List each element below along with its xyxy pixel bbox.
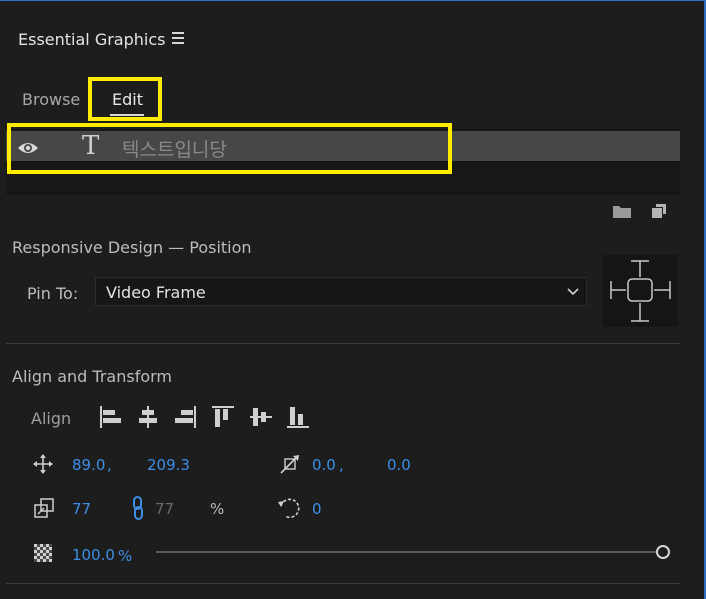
- new-group-folder-icon[interactable]: [612, 203, 632, 223]
- align-left-icon[interactable]: [98, 403, 124, 431]
- section-divider-bottom: [6, 583, 680, 584]
- link-proportions-icon[interactable]: [130, 495, 146, 525]
- align-label: Align: [31, 409, 72, 428]
- scale-unit: %: [210, 500, 225, 518]
- pin-to-value[interactable]: Video Frame: [106, 283, 206, 302]
- position-x-value[interactable]: 89.0: [72, 456, 105, 474]
- align-bottom-icon[interactable]: [285, 403, 311, 431]
- tab-browse[interactable]: Browse: [22, 90, 80, 109]
- opacity-checkerboard-icon: [34, 544, 52, 566]
- align-transform-title: Align and Transform: [12, 367, 172, 386]
- align-vertical-center-icon[interactable]: [248, 403, 274, 431]
- opacity-unit: %: [118, 547, 133, 565]
- opacity-slider-thumb[interactable]: [656, 545, 670, 559]
- pin-edges-widget[interactable]: [603, 255, 678, 327]
- align-right-icon[interactable]: [172, 403, 198, 431]
- highlight-box-layer: [7, 123, 452, 174]
- section-divider: [6, 343, 680, 344]
- responsive-design-title: Responsive Design — Position: [12, 238, 252, 257]
- pin-to-label: Pin To:: [27, 284, 79, 303]
- hamburger-menu-icon[interactable]: [172, 32, 186, 46]
- scale-width-value[interactable]: 77: [72, 500, 91, 518]
- anchor-y-value[interactable]: 0.0: [387, 456, 411, 474]
- scale-icon: [33, 497, 55, 523]
- chevron-down-icon[interactable]: [566, 283, 580, 302]
- opacity-value[interactable]: 100.0: [72, 546, 115, 564]
- opacity-slider[interactable]: [156, 544, 672, 560]
- position-move-icon: [32, 453, 54, 479]
- align-horizontal-center-icon[interactable]: [135, 403, 161, 431]
- anchor-x-value[interactable]: 0.0: [312, 456, 336, 474]
- new-layer-icon[interactable]: [650, 203, 668, 223]
- essential-graphics-panel: Essential Graphics Browse Edit T 텍스트입니당 …: [0, 0, 706, 599]
- anchor-separator: ,: [339, 456, 344, 474]
- rotation-value[interactable]: 0: [312, 500, 322, 518]
- align-top-icon[interactable]: [210, 403, 236, 431]
- opacity-slider-track: [156, 551, 656, 553]
- panel-title: Essential Graphics: [18, 30, 166, 49]
- position-y-value[interactable]: 209.3: [147, 456, 190, 474]
- highlight-box-edit-tab: [88, 77, 162, 121]
- position-separator: ,: [107, 456, 112, 474]
- anchor-point-icon: [278, 452, 302, 480]
- scale-height-value[interactable]: 77: [155, 500, 174, 518]
- rotation-icon: [276, 495, 302, 525]
